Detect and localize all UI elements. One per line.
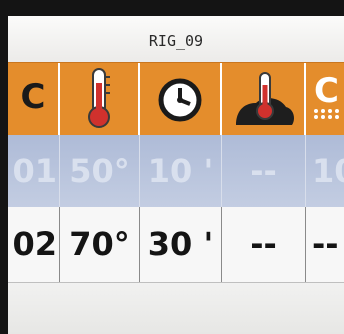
cell-time: 30 ' [140,207,222,282]
thermometer-icon [60,63,138,133]
core-probe-icon [222,63,304,133]
cell-step: 02 [8,207,60,282]
header-program-label: C [20,77,46,117]
cell-step: 01 [8,135,60,207]
table-row[interactable]: 01 50° 10 ' -- 10 [8,135,344,207]
cell-temperature: 70° [60,207,140,282]
cell-temperature: 50° [60,135,140,207]
header-steam-column[interactable]: C [306,63,344,135]
table-row[interactable]: 02 70° 30 ' -- -- [8,207,344,283]
cell-core-probe: -- [222,135,306,207]
header-temperature-column[interactable] [60,63,140,135]
device-screen: RIG_09 C C 01 50° 10 ' -- 1 02 70° 30 ' … [8,16,344,334]
clock-icon [140,63,220,133]
header-program-column: C [8,63,60,135]
header-time-column[interactable] [140,63,222,135]
rig-title: RIG_09 [148,32,204,50]
cell-extra: 10 [312,152,344,190]
cell-core-probe: -- [222,207,306,282]
steam-icon [312,107,344,127]
table-header-row: C C [8,62,344,136]
header-steam-label: C [314,71,339,111]
cell-extra: -- [312,225,339,263]
empty-list-area [8,283,344,334]
title-bar: RIG_09 [8,16,344,62]
cell-time: 10 ' [140,135,222,207]
header-core-probe-column[interactable] [222,63,306,135]
